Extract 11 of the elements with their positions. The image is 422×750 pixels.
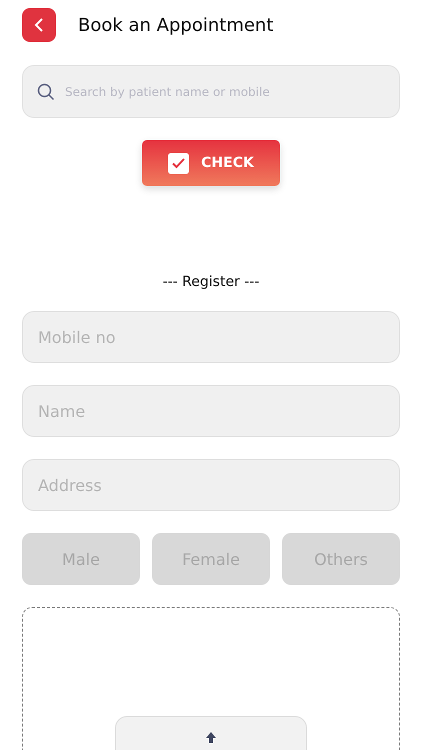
input-field[interactable]: Mobile no (22, 311, 400, 363)
back-icon (34, 17, 44, 33)
check-button[interactable]: CHECK (142, 140, 280, 186)
upload-icon (205, 731, 217, 743)
upload-dropzone[interactable] (22, 607, 400, 750)
input-field[interactable]: Name (22, 385, 400, 437)
section-title: --- Register --- (162, 274, 260, 290)
input-field[interactable]: Address (22, 459, 400, 511)
back-button[interactable] (22, 8, 56, 42)
screen-title: Book an Appointment (78, 14, 274, 36)
search-field[interactable]: Search by patient name or mobile (22, 65, 400, 118)
